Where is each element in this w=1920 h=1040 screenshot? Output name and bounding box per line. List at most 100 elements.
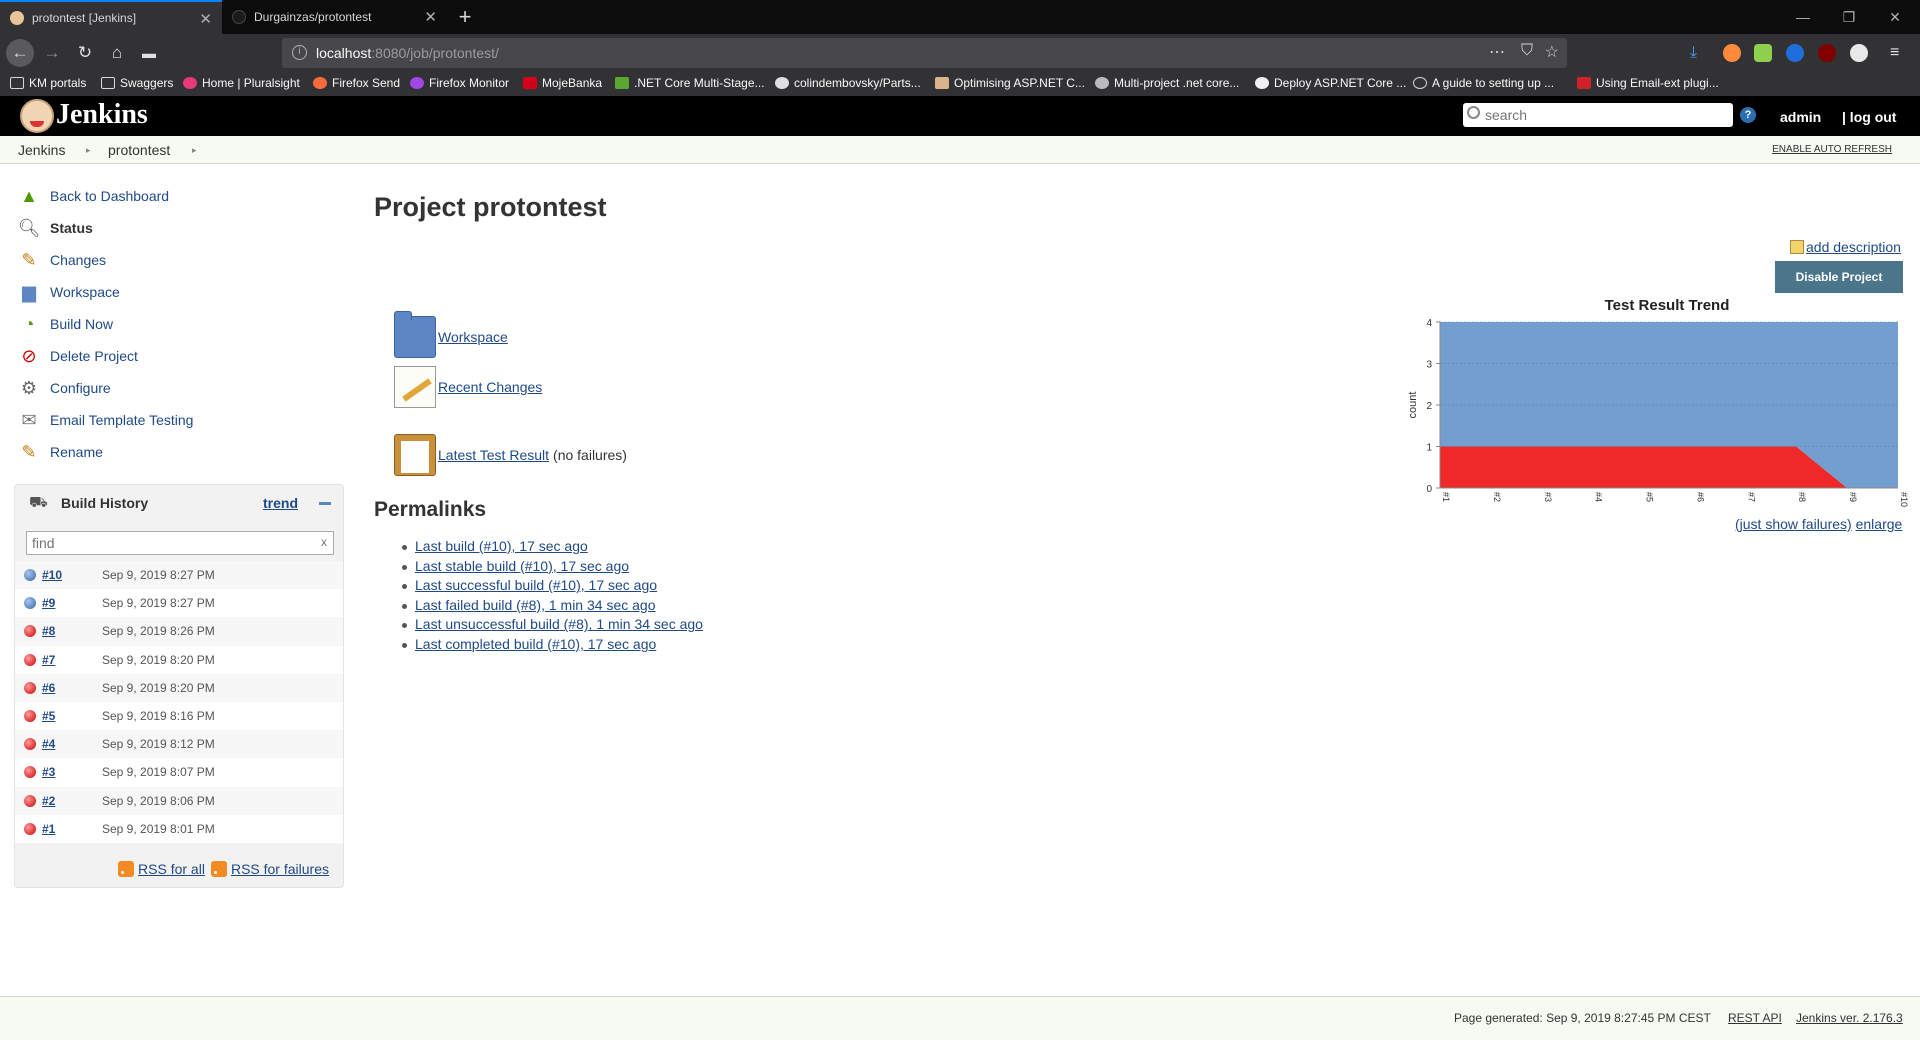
build-date-link[interactable]: Sep 9, 2019 8:20 PM <box>102 681 215 695</box>
red-ball-icon[interactable] <box>24 738 36 751</box>
build-number-link[interactable]: #9 <box>42 596 55 610</box>
build-date-link[interactable]: Sep 9, 2019 8:06 PM <box>102 794 215 808</box>
reload-button[interactable]: ↻ <box>71 39 99 67</box>
permalink-last-stable-build[interactable]: Last stable build (#10), 17 sec ago <box>415 558 629 574</box>
build-number-link[interactable]: #7 <box>42 653 55 667</box>
url-bar[interactable]: i localhost:8080/job/protontest/ ⋯ ⛉ ☆ <box>282 38 1567 68</box>
bookmark-item[interactable]: Optimising ASP.NET C... <box>935 76 1085 90</box>
build-date-link[interactable]: Sep 9, 2019 8:27 PM <box>102 568 215 582</box>
extension-red-icon[interactable] <box>1850 44 1868 62</box>
extension-icon[interactable] <box>1723 44 1741 62</box>
browser-tab-jenkins[interactable]: protontest [Jenkins] ✕ <box>0 0 222 34</box>
build-number-link[interactable]: #3 <box>42 765 55 779</box>
red-ball-icon[interactable] <box>24 822 36 835</box>
clear-filter-button[interactable]: x <box>321 535 327 549</box>
new-tab-button[interactable]: + <box>450 2 480 32</box>
ublock-icon[interactable] <box>1818 44 1836 62</box>
just-show-failures-link[interactable]: (just show failures) <box>1735 516 1852 532</box>
jenkins-title[interactable]: Jenkins <box>56 99 148 131</box>
container-icon[interactable]: ▬ <box>135 39 163 67</box>
bookmark-star-icon[interactable]: ☆ <box>1545 42 1559 62</box>
permalink-last-unsuccessful-build[interactable]: Last unsuccessful build (#8), 1 min 34 s… <box>415 616 703 632</box>
task-email-template-testing[interactable]: ✉ Email Template Testing <box>18 404 338 436</box>
task-rename[interactable]: ✎ Rename <box>18 436 338 468</box>
build-filter-input[interactable] <box>32 535 312 551</box>
close-tab-icon[interactable]: ✕ <box>199 10 212 28</box>
logout-link[interactable]: | log out <box>1842 109 1896 125</box>
extension-s-icon[interactable] <box>1786 44 1804 62</box>
rss-failures-link[interactable]: RSS for failures <box>231 861 329 877</box>
breadcrumb-arrow-icon[interactable]: ▸ <box>192 145 197 156</box>
blue-ball-icon[interactable] <box>24 597 36 610</box>
build-date-link[interactable]: Sep 9, 2019 8:12 PM <box>102 737 215 751</box>
page-actions-icon[interactable]: ⋯ <box>1489 42 1505 62</box>
red-ball-icon[interactable] <box>24 766 36 779</box>
close-window-icon[interactable]: ✕ <box>1872 0 1918 34</box>
bookmark-item[interactable]: Home | Pluralsight <box>183 76 300 90</box>
permalink-last-completed-build[interactable]: Last completed build (#10), 17 sec ago <box>415 636 656 652</box>
build-filter-box[interactable]: x <box>26 531 334 555</box>
home-button[interactable]: ⌂ <box>103 39 131 67</box>
url-text[interactable]: localhost:8080/job/protontest/ <box>316 45 499 61</box>
add-description-link[interactable]: add description <box>1790 239 1901 255</box>
breadcrumb-arrow-icon[interactable]: ▸ <box>86 145 91 156</box>
build-number-link[interactable]: #1 <box>42 822 55 836</box>
minimize-window-icon[interactable]: — <box>1780 0 1826 34</box>
notepad-icon[interactable] <box>394 366 436 408</box>
build-number-link[interactable]: #8 <box>42 624 55 638</box>
back-button[interactable]: ← <box>6 39 34 67</box>
bookmark-item[interactable]: Deploy ASP.NET Core ... <box>1255 76 1406 90</box>
red-ball-icon[interactable] <box>24 794 36 807</box>
bookmark-item[interactable]: Multi-project .net core... <box>1095 76 1239 90</box>
breadcrumb-item-project[interactable]: protontest <box>108 142 170 158</box>
search-input[interactable] <box>1485 106 1725 124</box>
disable-project-button[interactable]: Disable Project <box>1775 261 1903 293</box>
forward-button[interactable]: → <box>38 39 66 67</box>
build-number-link[interactable]: #4 <box>42 737 55 751</box>
task-back-to-dashboard[interactable]: ▲ Back to Dashboard <box>18 180 338 212</box>
task-configure[interactable]: ⚙ Configure <box>18 372 338 404</box>
breadcrumb-item-jenkins[interactable]: Jenkins <box>18 142 65 158</box>
bookmark-item[interactable]: KM portals <box>10 76 86 90</box>
rss-all-link[interactable]: RSS for all <box>138 861 205 877</box>
red-ball-icon[interactable] <box>24 709 36 722</box>
red-ball-icon[interactable] <box>24 681 36 694</box>
folder-icon[interactable] <box>394 311 436 358</box>
enlarge-link[interactable]: enlarge <box>1856 516 1903 532</box>
test-result-trend-chart[interactable]: Test Result Trend 0 1 2 3 4 count #1 #2 #3 #4 #5 #6 #… <box>1402 292 1912 517</box>
browser-tab-github[interactable]: Durgainzas/protontest ✕ <box>222 0 447 34</box>
jenkins-version-link[interactable]: Jenkins ver. 2.176.3 <box>1796 1011 1903 1025</box>
task-build-now[interactable]: ◔ Build Now <box>18 308 338 340</box>
task-changes[interactable]: ✎ Changes <box>18 244 338 276</box>
user-link[interactable]: admin <box>1780 109 1821 125</box>
build-date-link[interactable]: Sep 9, 2019 8:16 PM <box>102 709 215 723</box>
task-workspace[interactable]: ▆ Workspace <box>18 276 338 308</box>
permalink-last-build[interactable]: Last build (#10), 17 sec ago <box>415 538 588 554</box>
bookmark-item[interactable]: Firefox Monitor <box>410 76 509 90</box>
close-tab-icon[interactable]: ✕ <box>424 8 437 26</box>
downloads-icon[interactable]: ⤓ <box>1690 44 1708 62</box>
build-date-link[interactable]: Sep 9, 2019 8:27 PM <box>102 596 215 610</box>
red-ball-icon[interactable] <box>24 653 36 666</box>
clipboard-icon[interactable] <box>394 434 436 476</box>
pocket-icon[interactable]: ⛉ <box>1521 42 1533 60</box>
permalink-last-failed-build[interactable]: Last failed build (#8), 1 min 34 sec ago <box>415 597 655 613</box>
menu-hamburger-icon[interactable]: ≡ <box>1890 44 1908 62</box>
search-box[interactable] <box>1463 103 1733 127</box>
permalink-last-successful-build[interactable]: Last successful build (#10), 17 sec ago <box>415 577 657 593</box>
enable-auto-refresh-link[interactable]: ENABLE AUTO REFRESH <box>1772 144 1892 155</box>
rss-icon[interactable] <box>118 861 135 877</box>
bookmark-item[interactable]: Firefox Send <box>313 76 400 90</box>
build-number-link[interactable]: #10 <box>42 568 62 582</box>
restore-window-icon[interactable]: ❐ <box>1826 0 1872 34</box>
workspace-link[interactable]: Workspace <box>438 329 508 345</box>
bookmark-item[interactable]: MojeBanka <box>523 76 602 90</box>
trend-link[interactable]: trend <box>263 495 298 511</box>
bookmark-item[interactable]: Using Email-ext plugi... <box>1577 76 1719 90</box>
jenkins-butler-logo-icon[interactable] <box>20 99 54 133</box>
build-date-link[interactable]: Sep 9, 2019 8:20 PM <box>102 653 215 667</box>
task-status[interactable]: 🔍︎ Status <box>18 212 338 244</box>
recent-changes-link[interactable]: Recent Changes <box>438 379 542 395</box>
build-date-link[interactable]: Sep 9, 2019 8:01 PM <box>102 822 215 836</box>
red-ball-icon[interactable] <box>24 625 36 638</box>
